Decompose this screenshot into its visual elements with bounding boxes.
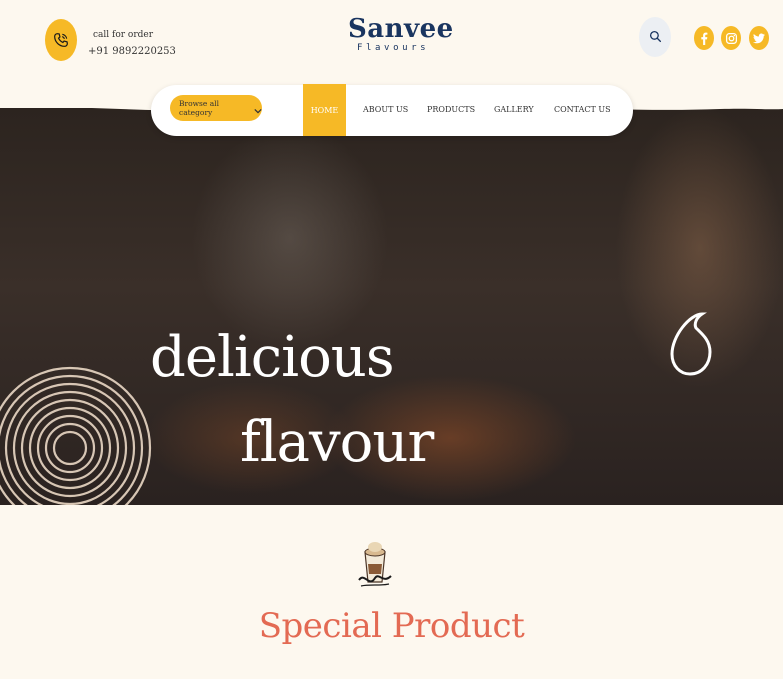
call-label: call for order	[93, 30, 154, 40]
facebook-icon[interactable]	[694, 26, 714, 50]
hero-headline-line1: delicious	[150, 325, 395, 390]
nav-item-contact[interactable]: CONTACT US	[554, 105, 611, 114]
brand-tagline: Flavours	[357, 43, 430, 53]
browse-category-button[interactable]: Browse all category	[170, 95, 262, 121]
brand-logo[interactable]: Sanvee Flavours	[348, 14, 454, 53]
section-title: Special Product	[258, 606, 525, 646]
phone-icon[interactable]	[45, 19, 77, 61]
nav-item-home[interactable]: HOME	[303, 84, 346, 136]
coffee-cup-icon	[358, 542, 392, 587]
browse-category-label: Browse all category	[179, 99, 219, 117]
chevron-down-icon	[254, 99, 262, 118]
brand-name: Sanvee	[348, 14, 454, 44]
nav-item-about[interactable]: ABOUT US	[363, 105, 408, 114]
search-button[interactable]	[639, 17, 671, 57]
decorative-rings	[0, 366, 152, 505]
search-icon	[649, 28, 662, 47]
nav-label-home: HOME	[310, 105, 339, 115]
nav-item-products[interactable]: PRODUCTS	[427, 105, 475, 114]
hero-headline-line2: flavour	[240, 410, 434, 475]
nav-item-gallery[interactable]: GALLERY	[494, 105, 534, 114]
phone-number[interactable]: +91 9892220253	[88, 46, 176, 57]
main-navigation: Browse all category HOME ABOUT US PRODUC…	[151, 84, 633, 136]
hero-banner: delicious flavour	[0, 108, 783, 505]
leaf-outline-icon	[670, 312, 712, 376]
instagram-icon[interactable]	[721, 26, 741, 50]
twitter-icon[interactable]	[749, 26, 769, 50]
